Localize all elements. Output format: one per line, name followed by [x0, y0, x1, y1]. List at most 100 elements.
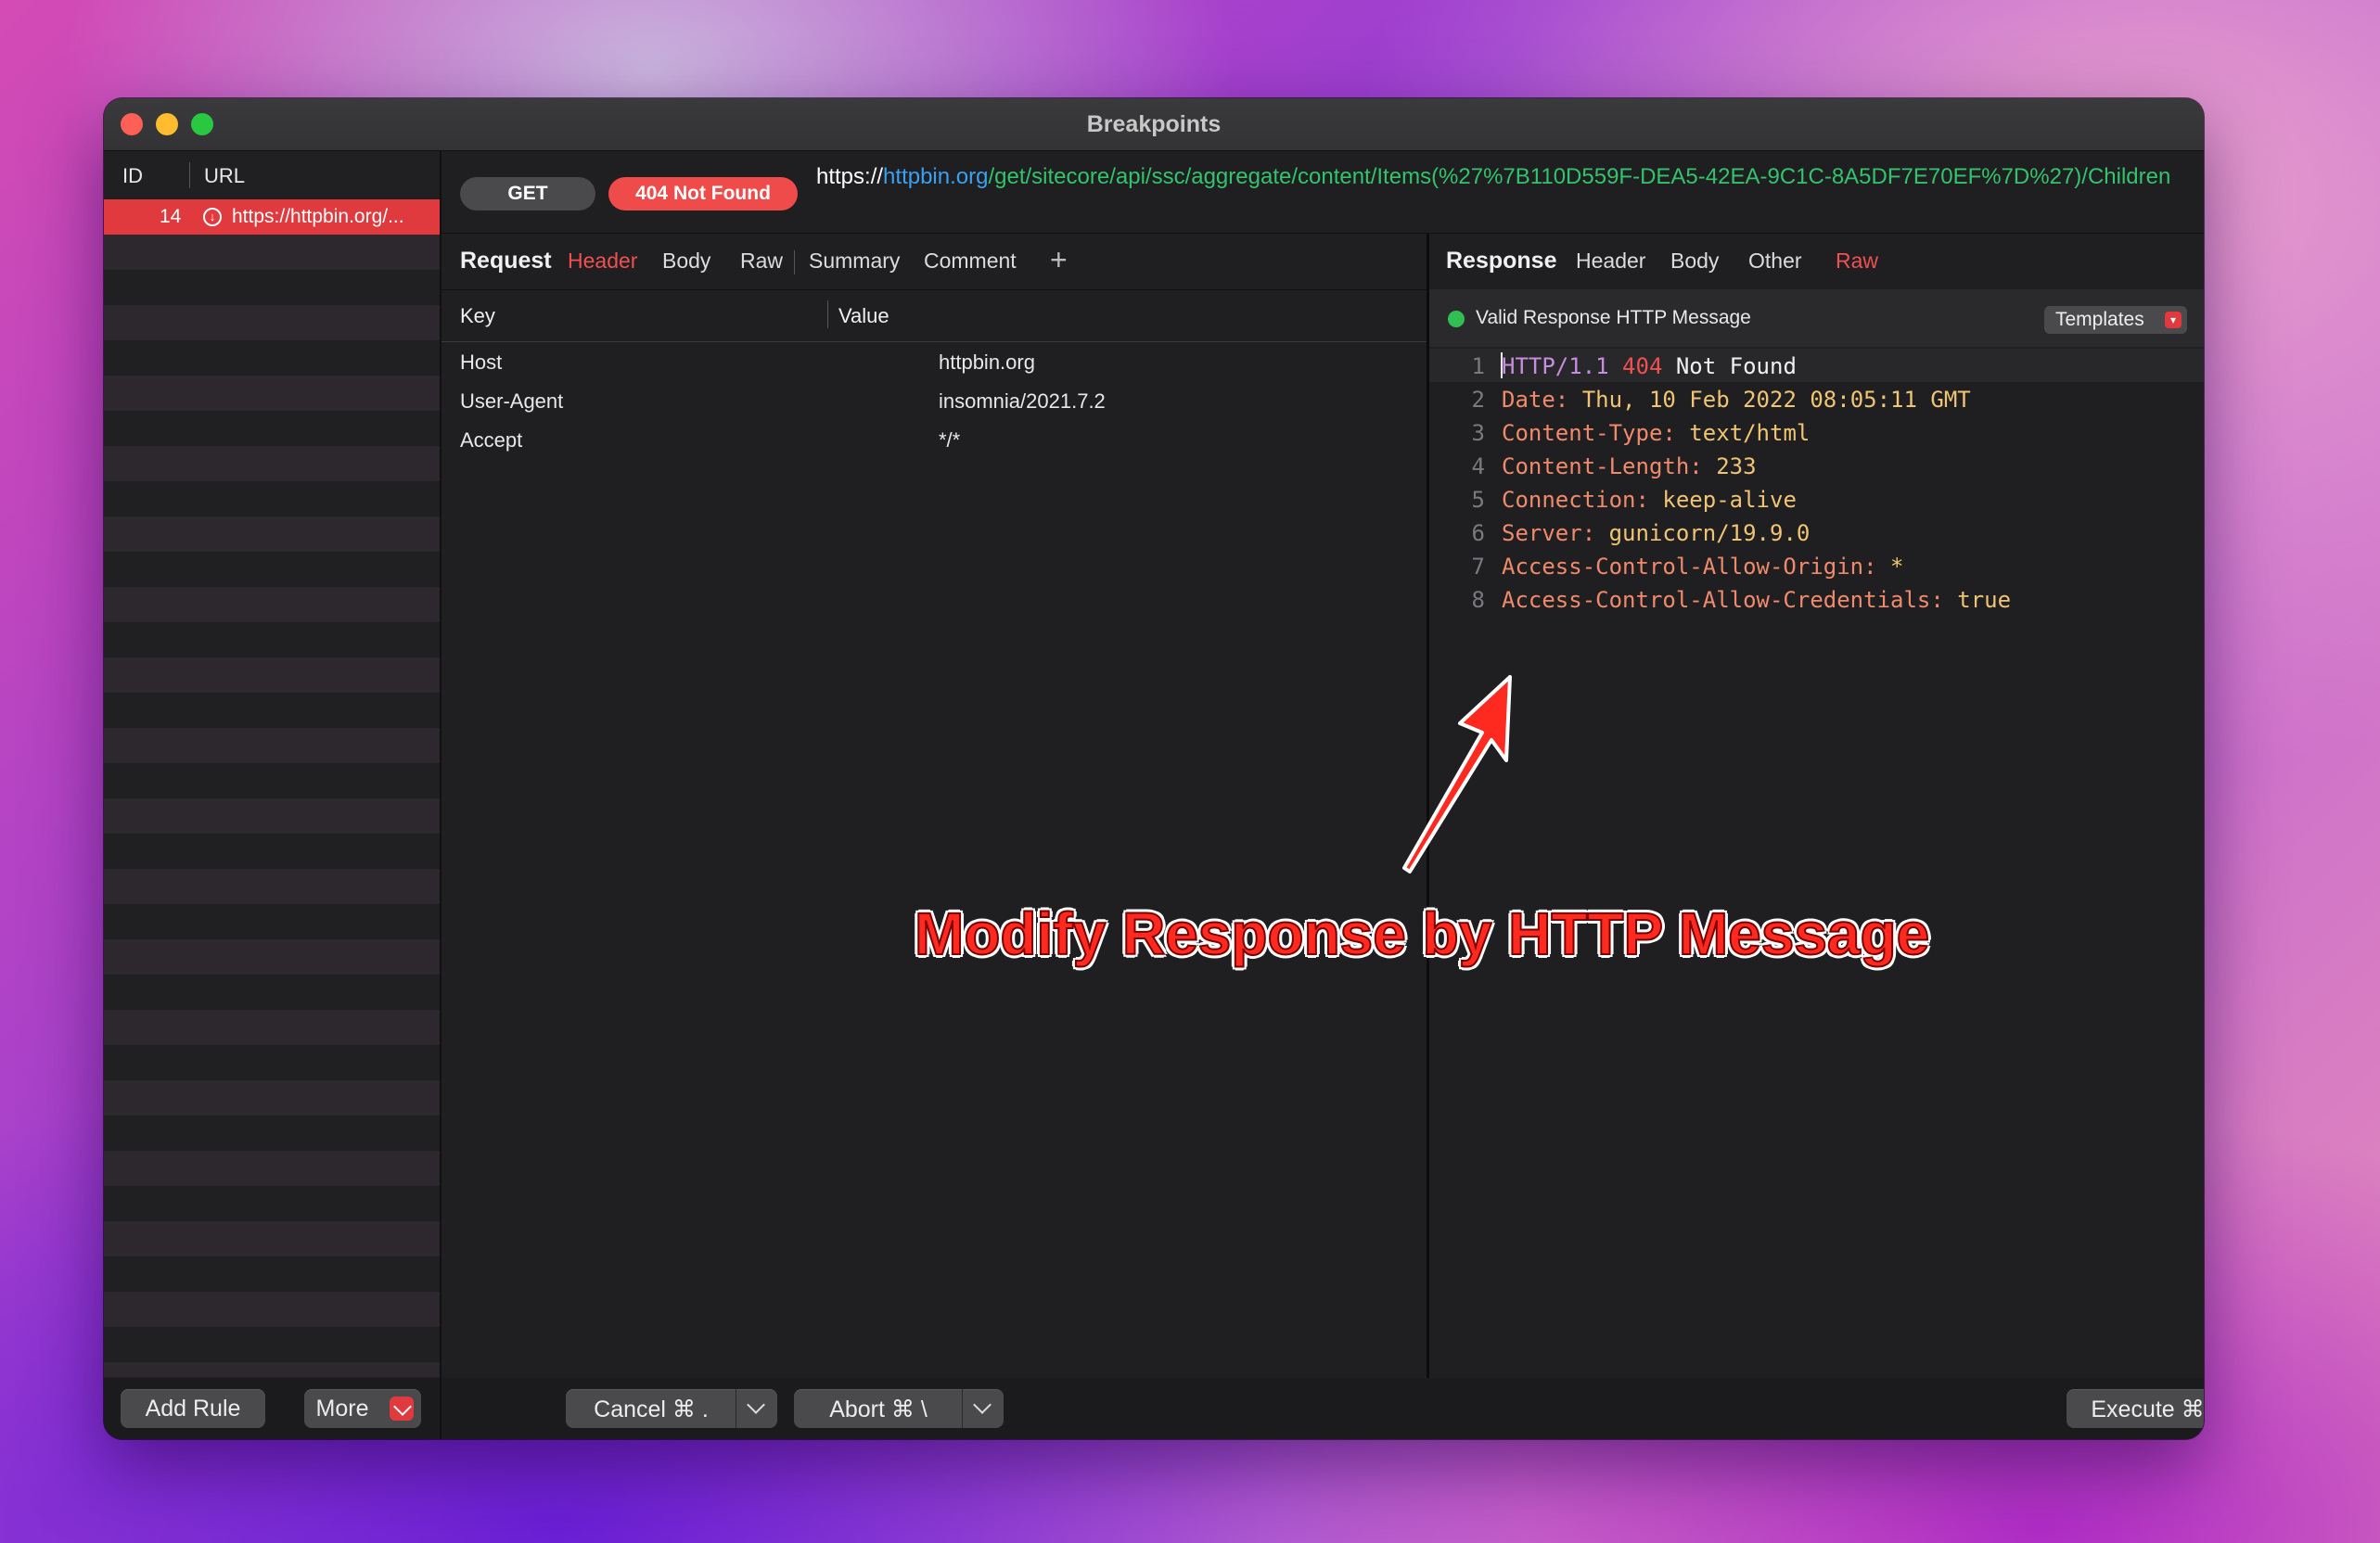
tab-response-body[interactable]: Body — [1670, 249, 1719, 274]
add-tab-icon[interactable]: + — [1050, 243, 1068, 277]
header-value: httpbin.org — [939, 351, 1035, 374]
header-value: text/html — [1689, 420, 1811, 446]
execute-label: Execute ⌘↩ — [2091, 1396, 2204, 1422]
status-protocol: HTTP/1.1 — [1502, 353, 1609, 379]
execute-button[interactable]: Execute ⌘↩ — [2067, 1389, 2204, 1428]
title-bar: Breakpoints — [104, 98, 2204, 151]
annotation-caption: Modify Response by HTTP Message — [914, 899, 1930, 968]
chevron-down-icon: ▾ — [2165, 312, 2182, 328]
more-dropdown-icon — [390, 1396, 414, 1421]
add-rule-button[interactable]: Add Rule — [121, 1389, 265, 1428]
tab-divider — [794, 250, 795, 274]
list-header: ID URL — [104, 151, 440, 199]
status-reason: Not Found — [1675, 353, 1797, 379]
table-row[interactable]: User-Agent insomnia/2021.7.2 — [441, 382, 1427, 421]
breakpoints-window: Breakpoints ID URL 14 ↓ https://httpbin.… — [104, 98, 2204, 1439]
code-line: 8 Access-Control-Allow-Credentials: true — [1429, 582, 2204, 616]
abort-button[interactable]: Abort ⌘ \ — [794, 1389, 1004, 1428]
request-line: GET 404 Not Found https://httpbin.org/ge… — [441, 151, 2204, 234]
abort-dropdown[interactable] — [962, 1389, 1004, 1428]
request-tabs: Request Header Body Raw Summary Comment … — [441, 234, 1427, 290]
annotation-arrow-icon — [1402, 675, 1512, 874]
request-url[interactable]: https://httpbin.org/get/sitecore/api/ssc… — [816, 162, 2194, 191]
header-key: Accept — [460, 428, 523, 452]
tab-request-body[interactable]: Body — [662, 249, 710, 274]
tab-request-comment[interactable]: Comment — [924, 249, 1017, 274]
code-text: Access-Control-Allow-Credentials: true — [1502, 587, 2011, 613]
header-value: */* — [939, 428, 961, 452]
more-button[interactable]: More — [304, 1389, 421, 1428]
row-id: 14 — [160, 206, 182, 227]
validity-text: Valid Response HTTP Message — [1476, 307, 1751, 328]
column-value: Value — [838, 304, 889, 327]
line-number: 5 — [1471, 487, 1485, 513]
breakpoint-list: ID URL 14 ↓ https://httpbin.org/... Add … — [104, 151, 441, 1439]
code-line: 6 Server: gunicorn/19.9.0 — [1429, 516, 2204, 549]
response-pane: Response Header Body Other Raw Valid Res… — [1429, 234, 2204, 1378]
tab-request-raw[interactable]: Raw — [740, 249, 783, 274]
code-text: Content-Type: text/html — [1502, 420, 1810, 446]
column-header-url[interactable]: URL — [204, 164, 245, 188]
header-key: Host — [460, 351, 503, 374]
line-number: 6 — [1471, 520, 1485, 546]
tab-response-raw[interactable]: Raw — [1836, 249, 1878, 274]
cancel-button[interactable]: Cancel ⌘ . — [566, 1389, 777, 1428]
status-badge: 404 Not Found — [608, 177, 798, 210]
list-item[interactable]: 14 ↓ https://httpbin.org/... — [104, 199, 440, 235]
table-row[interactable]: Host httpbin.org — [441, 343, 1427, 382]
header-value: * — [1890, 554, 1904, 580]
valid-status-icon — [1448, 311, 1465, 327]
column-divider — [189, 162, 190, 188]
templates-button[interactable]: Templates ▾ — [2044, 306, 2187, 334]
table-row[interactable]: Accept */* — [441, 421, 1427, 460]
header-key: User-Agent — [460, 389, 564, 413]
header-value: insomnia/2021.7.2 — [939, 389, 1106, 413]
breakpoint-icon: ↓ — [203, 208, 222, 226]
cancel-dropdown[interactable] — [736, 1389, 777, 1428]
chevron-down-icon — [747, 1396, 765, 1414]
code-text: HTTP/1.1 404 Not Found — [1502, 353, 1797, 379]
code-text: Access-Control-Allow-Origin: * — [1502, 554, 1903, 580]
line-number: 3 — [1471, 420, 1485, 446]
header-name: Access-Control-Allow-Credentials: — [1502, 587, 1944, 613]
url-scheme: https:// — [816, 164, 884, 189]
tab-request-summary[interactable]: Summary — [809, 249, 900, 274]
url-path: /get/sitecore/api/ssc/aggregate/content/… — [988, 164, 2171, 189]
code-text: Date: Thu, 10 Feb 2022 08:05:11 GMT — [1502, 387, 1971, 413]
code-text: Connection: keep-alive — [1502, 487, 1797, 513]
code-text: Content-Length: 233 — [1502, 453, 1757, 479]
line-number: 2 — [1471, 387, 1485, 413]
header-name: Access-Control-Allow-Origin: — [1502, 554, 1877, 580]
header-value: Thu, 10 Feb 2022 08:05:11 GMT — [1581, 387, 1971, 413]
tab-response-other[interactable]: Other — [1748, 249, 1802, 274]
tab-response-header[interactable]: Header — [1576, 249, 1645, 274]
code-line: 7 Access-Control-Allow-Origin: * — [1429, 549, 2204, 582]
header-value: keep-alive — [1662, 487, 1797, 513]
request-title: Request — [460, 248, 552, 274]
header-name: Date: — [1502, 387, 1569, 413]
column-header-id[interactable]: ID — [122, 164, 143, 188]
window-title: Breakpoints — [1086, 111, 1222, 137]
header-value: 233 — [1716, 453, 1757, 479]
header-name: Content-Length: — [1502, 453, 1703, 479]
tab-request-header[interactable]: Header — [568, 249, 637, 274]
header-name: Connection: — [1502, 487, 1649, 513]
code-line: 3 Content-Type: text/html — [1429, 415, 2204, 449]
code-line: 2 Date: Thu, 10 Feb 2022 08:05:11 GMT — [1429, 382, 2204, 415]
header-name: Content-Type: — [1502, 420, 1676, 446]
more-label: More — [315, 1396, 369, 1422]
main-area: GET 404 Not Found https://httpbin.org/ge… — [441, 151, 2204, 1439]
method-badge: GET — [460, 177, 595, 210]
add-rule-label: Add Rule — [145, 1396, 241, 1422]
header-name: Server: — [1502, 520, 1596, 546]
cancel-label: Cancel ⌘ . — [594, 1396, 709, 1422]
sidebar-footer: Add Rule More — [104, 1378, 440, 1439]
status-code: 404 — [1622, 353, 1663, 379]
response-tabs: Response Header Body Other Raw — [1429, 234, 2204, 290]
code-text: Server: gunicorn/19.9.0 — [1502, 520, 1810, 546]
line-number: 8 — [1471, 587, 1485, 613]
line-number: 4 — [1471, 453, 1485, 479]
header-value: true — [1957, 587, 2012, 613]
validity-bar: Valid Response HTTP Message Templates ▾ — [1429, 289, 2204, 347]
column-divider — [827, 300, 828, 328]
